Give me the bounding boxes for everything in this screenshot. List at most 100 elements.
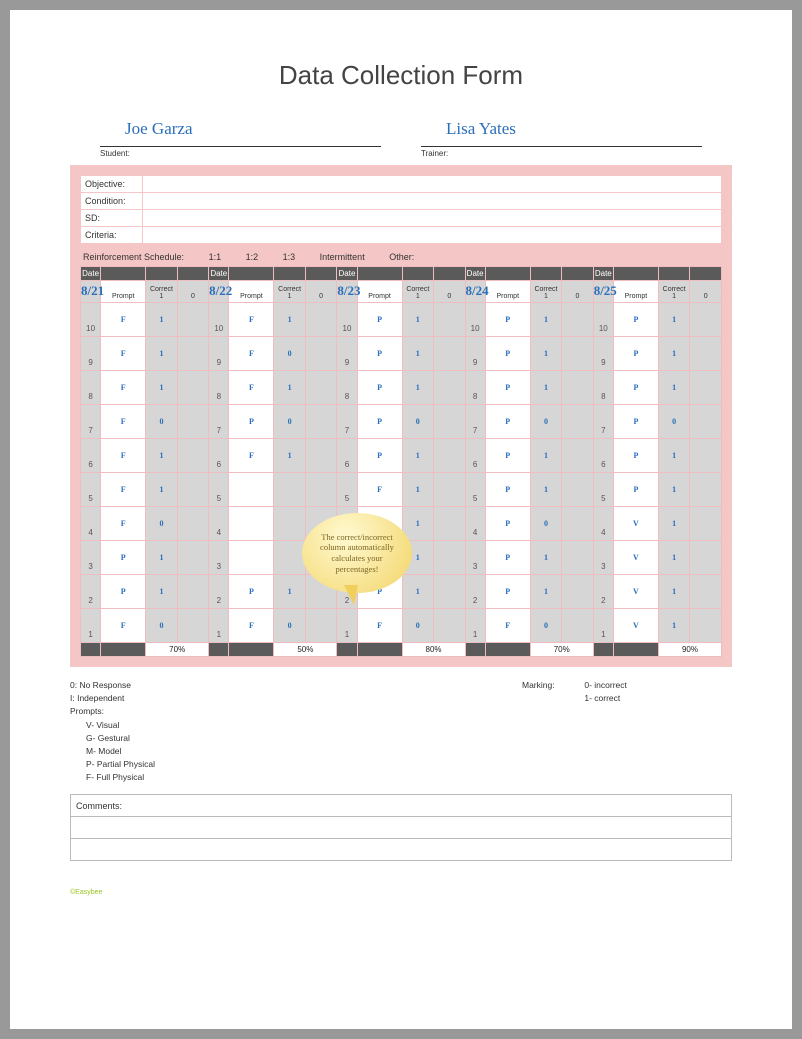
correct-cell[interactable]: 0: [402, 609, 433, 643]
correct-cell[interactable]: 1: [402, 439, 433, 473]
correct-cell-0[interactable]: [562, 609, 593, 643]
correct-cell[interactable]: 1: [146, 541, 177, 575]
correct-cell-0[interactable]: [690, 439, 722, 473]
correct-cell-0[interactable]: [562, 405, 593, 439]
correct-cell-0[interactable]: [434, 609, 465, 643]
correct-cell-0[interactable]: [177, 439, 208, 473]
correct-cell-0[interactable]: [434, 439, 465, 473]
prompt-cell[interactable]: V: [613, 575, 658, 609]
correct-cell[interactable]: 1: [146, 337, 177, 371]
correct-cell[interactable]: [274, 473, 305, 507]
correct-cell-0[interactable]: [562, 575, 593, 609]
prompt-cell[interactable]: F: [357, 609, 402, 643]
correct-cell[interactable]: 1: [274, 575, 305, 609]
correct-cell[interactable]: 0: [658, 405, 689, 439]
prompt-cell[interactable]: P: [101, 541, 146, 575]
correct-cell-0[interactable]: [434, 405, 465, 439]
correct-cell-0[interactable]: [177, 473, 208, 507]
correct-cell-0[interactable]: [562, 541, 593, 575]
prompt-cell[interactable]: V: [613, 507, 658, 541]
correct-cell-0[interactable]: [690, 541, 722, 575]
correct-cell-0[interactable]: [305, 439, 336, 473]
prompt-cell[interactable]: P: [229, 405, 274, 439]
prompt-cell[interactable]: F: [229, 371, 274, 405]
correct-cell[interactable]: 0: [274, 337, 305, 371]
correct-cell[interactable]: 1: [658, 371, 689, 405]
correct-cell[interactable]: 0: [530, 507, 561, 541]
prompt-cell[interactable]: F: [101, 303, 146, 337]
correct-cell[interactable]: 1: [658, 439, 689, 473]
correct-cell[interactable]: 0: [274, 405, 305, 439]
prompt-cell[interactable]: F: [101, 609, 146, 643]
correct-cell-0[interactable]: [177, 575, 208, 609]
correct-cell-0[interactable]: [177, 609, 208, 643]
correct-cell-0[interactable]: [177, 507, 208, 541]
correct-cell[interactable]: 1: [146, 575, 177, 609]
correct-cell-0[interactable]: [434, 473, 465, 507]
correct-cell[interactable]: 1: [402, 371, 433, 405]
prompt-cell[interactable]: V: [613, 541, 658, 575]
criteria-value[interactable]: [143, 227, 722, 244]
prompt-cell[interactable]: F: [101, 507, 146, 541]
prompt-cell[interactable]: P: [485, 507, 530, 541]
correct-cell[interactable]: 0: [402, 405, 433, 439]
prompt-cell[interactable]: [229, 473, 274, 507]
prompt-cell[interactable]: P: [485, 439, 530, 473]
correct-cell[interactable]: 1: [658, 541, 689, 575]
correct-cell-0[interactable]: [434, 303, 465, 337]
correct-cell-0[interactable]: [305, 405, 336, 439]
correct-cell-0[interactable]: [562, 303, 593, 337]
prompt-cell[interactable]: P: [229, 575, 274, 609]
prompt-cell[interactable]: F: [101, 405, 146, 439]
correct-cell[interactable]: 1: [658, 473, 689, 507]
correct-cell[interactable]: 0: [530, 609, 561, 643]
correct-cell[interactable]: 1: [402, 303, 433, 337]
prompt-cell[interactable]: F: [101, 439, 146, 473]
correct-cell[interactable]: [274, 507, 305, 541]
prompt-cell[interactable]: P: [357, 303, 402, 337]
correct-cell-0[interactable]: [690, 337, 722, 371]
correct-cell[interactable]: 0: [274, 609, 305, 643]
correct-cell[interactable]: 1: [530, 473, 561, 507]
correct-cell-0[interactable]: [434, 575, 465, 609]
correct-cell[interactable]: 1: [530, 337, 561, 371]
prompt-cell[interactable]: F: [229, 609, 274, 643]
correct-cell-0[interactable]: [434, 541, 465, 575]
correct-cell[interactable]: 1: [658, 303, 689, 337]
prompt-cell[interactable]: P: [485, 473, 530, 507]
correct-cell-0[interactable]: [690, 473, 722, 507]
prompt-cell[interactable]: P: [357, 337, 402, 371]
correct-cell-0[interactable]: [562, 439, 593, 473]
correct-cell-0[interactable]: [562, 337, 593, 371]
condition-value[interactable]: [143, 193, 722, 210]
correct-cell-0[interactable]: [562, 473, 593, 507]
correct-cell[interactable]: 1: [658, 337, 689, 371]
prompt-cell[interactable]: F: [101, 473, 146, 507]
correct-cell[interactable]: 1: [146, 473, 177, 507]
prompt-cell[interactable]: P: [613, 371, 658, 405]
prompt-cell[interactable]: [229, 507, 274, 541]
prompt-cell[interactable]: P: [485, 575, 530, 609]
correct-cell[interactable]: 0: [146, 405, 177, 439]
correct-cell[interactable]: 1: [146, 371, 177, 405]
correct-cell-0[interactable]: [690, 303, 722, 337]
prompt-cell[interactable]: P: [613, 439, 658, 473]
correct-cell[interactable]: 1: [658, 507, 689, 541]
correct-cell[interactable]: 0: [146, 609, 177, 643]
correct-cell[interactable]: 1: [274, 371, 305, 405]
prompt-cell[interactable]: P: [613, 303, 658, 337]
prompt-cell[interactable]: F: [229, 337, 274, 371]
correct-cell-0[interactable]: [177, 303, 208, 337]
correct-cell-0[interactable]: [434, 337, 465, 371]
prompt-cell[interactable]: F: [485, 609, 530, 643]
correct-cell-0[interactable]: [305, 303, 336, 337]
correct-cell[interactable]: 1: [146, 439, 177, 473]
prompt-cell[interactable]: P: [485, 303, 530, 337]
correct-cell-0[interactable]: [690, 371, 722, 405]
correct-cell-0[interactable]: [434, 371, 465, 405]
sd-value[interactable]: [143, 210, 722, 227]
prompt-cell[interactable]: F: [229, 303, 274, 337]
prompt-cell[interactable]: P: [101, 575, 146, 609]
correct-cell-0[interactable]: [305, 609, 336, 643]
prompt-cell[interactable]: P: [613, 337, 658, 371]
